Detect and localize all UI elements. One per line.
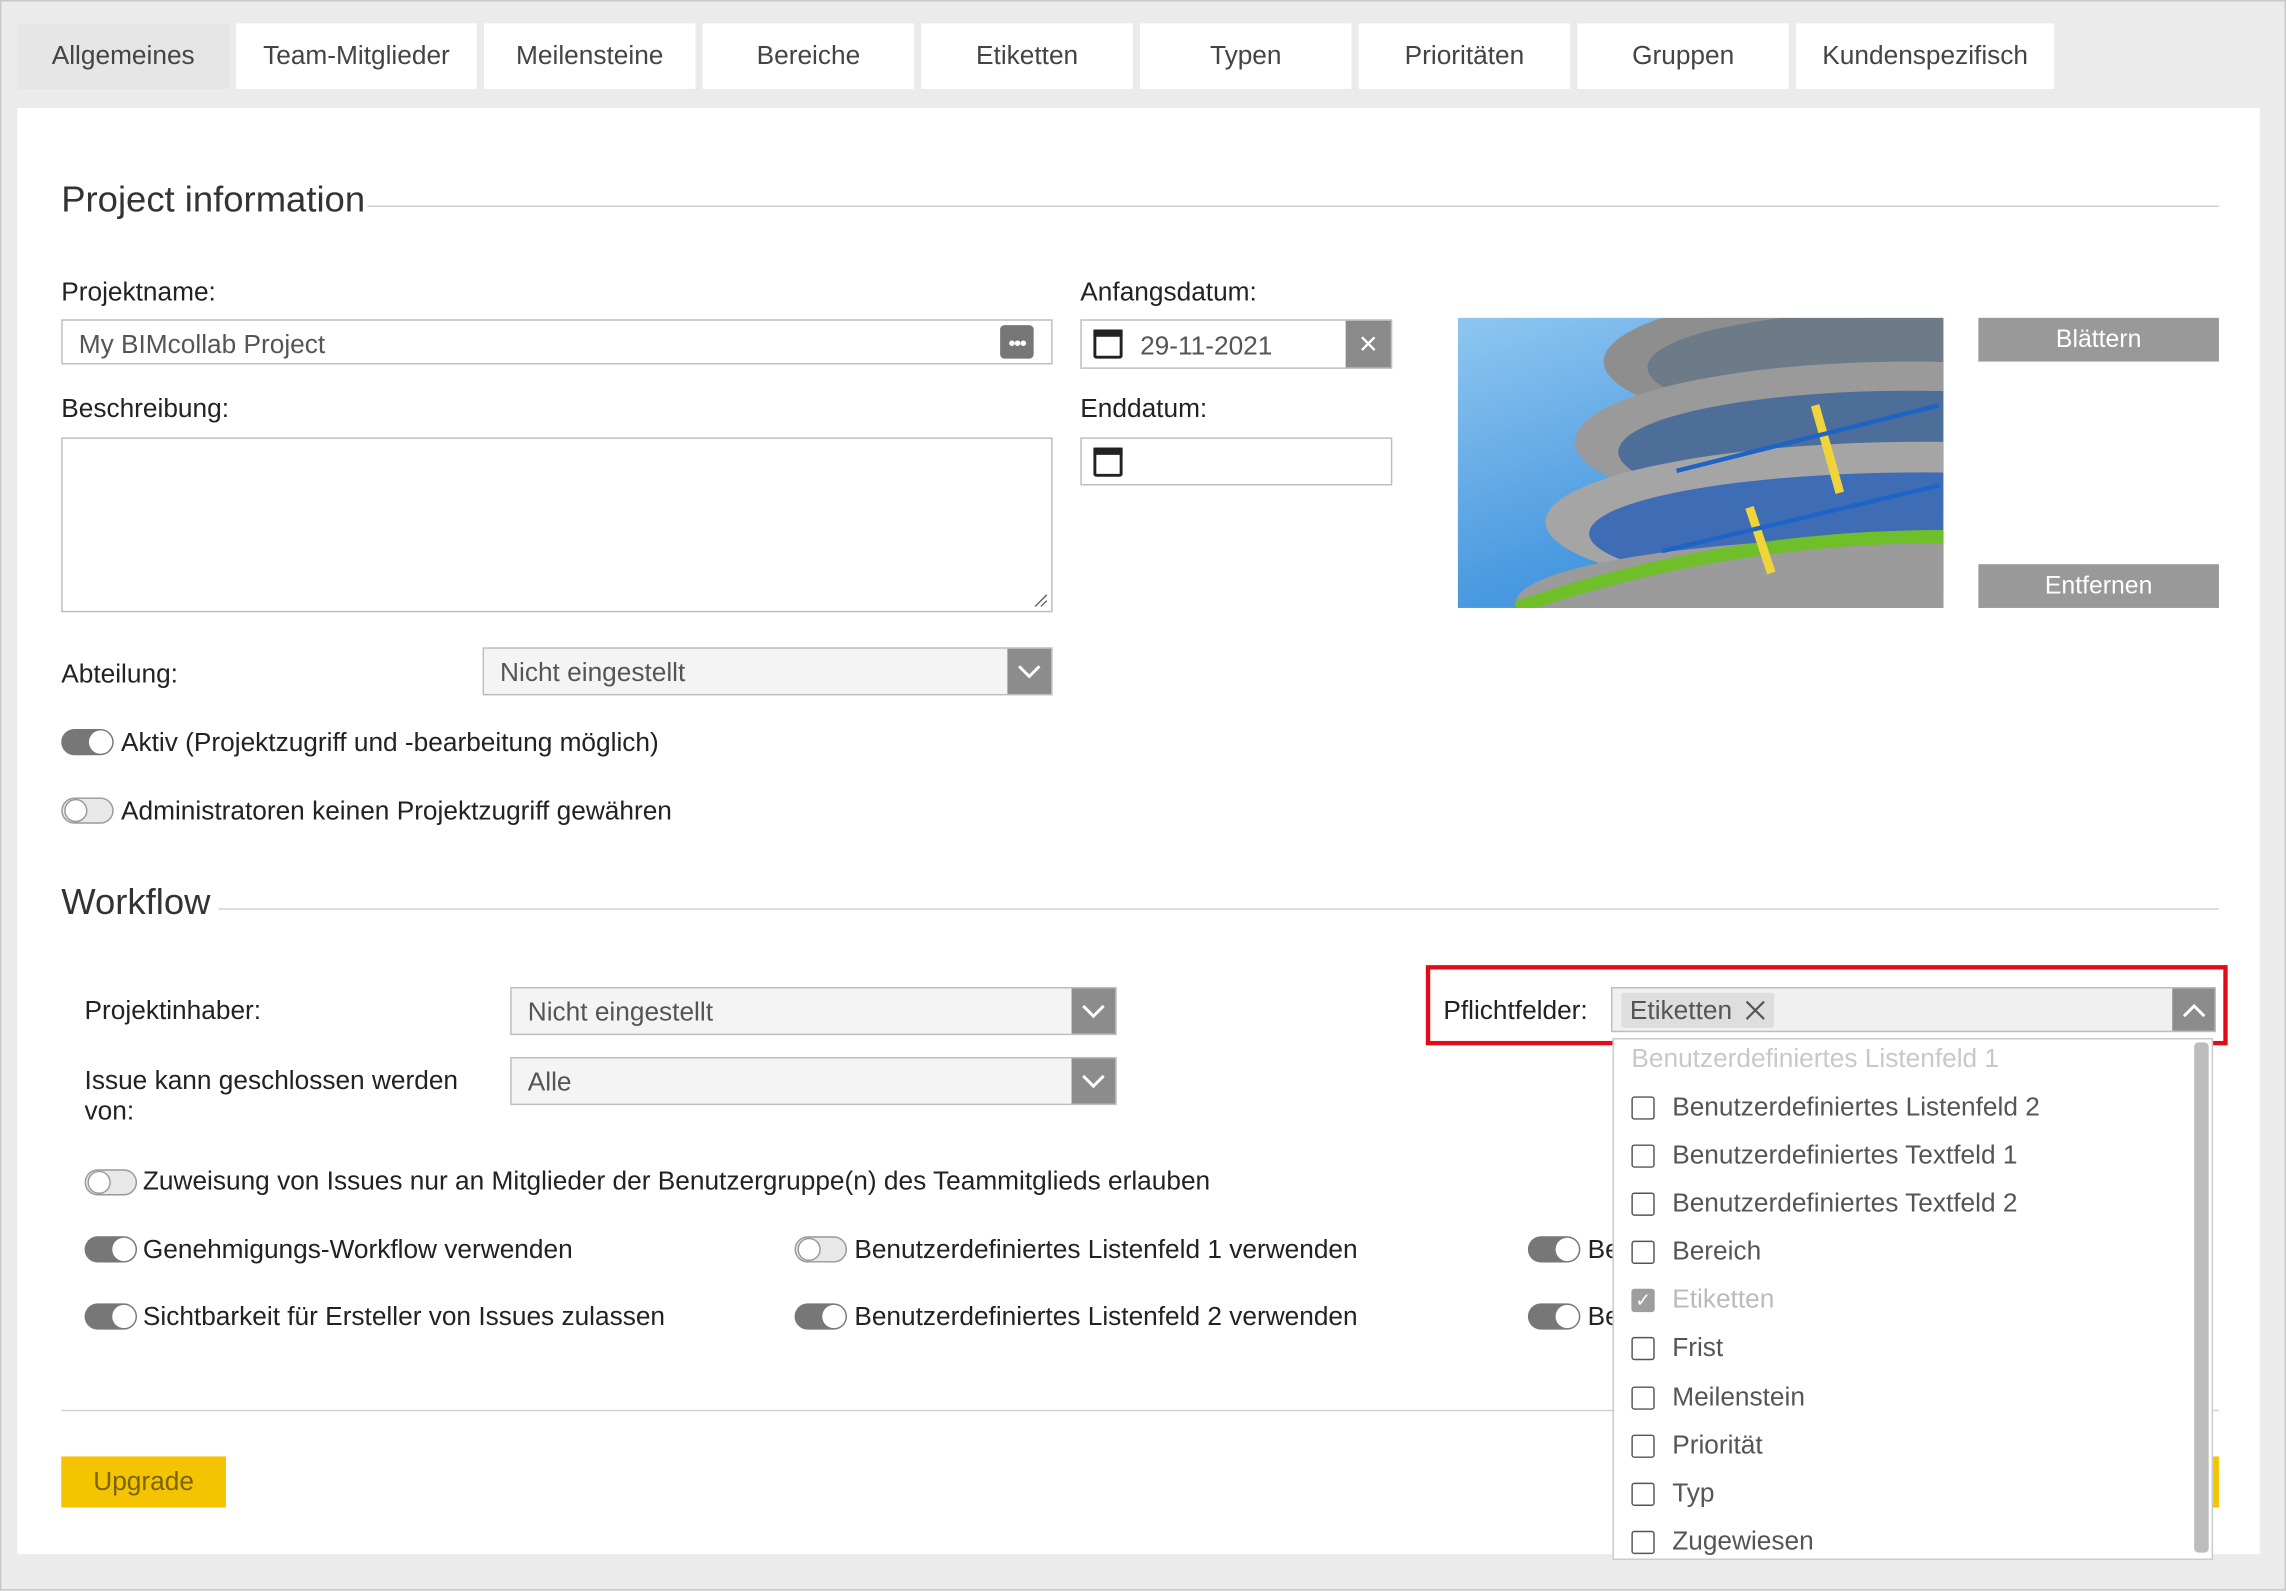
chevron-down-icon[interactable] bbox=[1071, 988, 1116, 1034]
tab-typen[interactable]: Typen bbox=[1140, 23, 1352, 89]
checkbox-checked[interactable]: ✓ bbox=[1631, 1288, 1655, 1312]
project-name-value: My BIMcollab Project bbox=[78, 329, 326, 359]
dropdown-item[interactable]: Benutzerdefiniertes Textfeld 1 bbox=[1631, 1140, 2017, 1171]
tab-gruppen[interactable]: Gruppen bbox=[1577, 23, 1789, 89]
end-date-input[interactable] bbox=[1080, 437, 1393, 486]
end-date-label: Enddatum: bbox=[1080, 393, 1208, 423]
tab-kundenspezifisch[interactable]: Kundenspezifisch bbox=[1796, 23, 2055, 89]
section-title-project-information: Project information bbox=[61, 179, 366, 221]
visibility-toggle-label: Sichtbarkeit für Ersteller von Issues zu… bbox=[142, 1301, 666, 1332]
admin-access-toggle[interactable] bbox=[61, 797, 114, 824]
building-image bbox=[1514, 317, 1944, 608]
chevron-down-icon[interactable] bbox=[1071, 1058, 1116, 1104]
admin-access-toggle-label: Administratoren keinen Projektzugriff ge… bbox=[121, 796, 672, 826]
cut-toggle-1[interactable] bbox=[1527, 1236, 1581, 1263]
department-select[interactable]: Nicht eingestellt bbox=[482, 647, 1053, 696]
description-textarea[interactable] bbox=[61, 437, 1053, 613]
checkbox[interactable] bbox=[1631, 1143, 1655, 1168]
remove-button[interactable]: Entfernen bbox=[1978, 564, 2219, 608]
divider bbox=[218, 908, 2219, 910]
start-date-label: Anfangsdatum: bbox=[1080, 277, 1257, 307]
dropdown-item[interactable]: Benutzerdefiniertes Listenfeld 2 bbox=[1631, 1092, 2040, 1123]
approval-toggle[interactable] bbox=[84, 1236, 138, 1263]
checkbox[interactable] bbox=[1631, 1336, 1655, 1360]
close-by-label: Issue kann geschlossen werden bbox=[84, 1065, 459, 1095]
section-title-workflow: Workflow bbox=[61, 882, 211, 923]
dropdown-item-partial[interactable]: Benutzerdefiniertes Listenfeld 1 bbox=[1631, 1044, 1999, 1075]
checkbox[interactable] bbox=[1631, 1239, 1655, 1264]
list1-toggle-label: Benutzerdefiniertes Listenfeld 1 verwend… bbox=[854, 1234, 1358, 1264]
approval-toggle-label: Genehmigungs-Workflow verwenden bbox=[142, 1234, 573, 1264]
owner-select[interactable]: Nicht eingestellt bbox=[510, 986, 1117, 1036]
start-date-input[interactable]: 29-11-2021 × bbox=[1080, 319, 1393, 369]
checkbox[interactable] bbox=[1631, 1385, 1655, 1410]
close-by-label-2: von: bbox=[84, 1096, 135, 1126]
dropdown-item-selected[interactable]: ✓ Etiketten bbox=[1631, 1284, 1774, 1315]
list2-toggle-label: Benutzerdefiniertes Listenfeld 2 verwend… bbox=[854, 1301, 1358, 1332]
dropdown-item[interactable]: Meilenstein bbox=[1631, 1382, 1805, 1413]
checkbox[interactable] bbox=[1631, 1481, 1655, 1506]
tab-meilensteine[interactable]: Meilensteine bbox=[484, 23, 696, 89]
tab-team-mitglieder[interactable]: Team-Mitglieder bbox=[236, 23, 477, 89]
tab-allgemeines[interactable]: Allgemeines bbox=[17, 23, 229, 89]
tab-prioritaeten[interactable]: Prioritäten bbox=[1358, 23, 1571, 89]
calendar-icon[interactable] bbox=[1093, 329, 1123, 359]
highlight-box bbox=[1425, 965, 2228, 1046]
dropdown-item[interactable]: Bereich bbox=[1631, 1236, 1761, 1267]
close-by-select[interactable]: Alle bbox=[510, 1056, 1117, 1106]
cut-toggle-2[interactable] bbox=[1527, 1303, 1581, 1330]
start-date-value: 29-11-2021 bbox=[1140, 330, 1273, 361]
dropdown-item[interactable]: Typ bbox=[1631, 1478, 1715, 1509]
dropdown-item[interactable]: Zugewiesen bbox=[1631, 1526, 1814, 1557]
divider bbox=[367, 205, 2219, 208]
resize-handle-icon[interactable] bbox=[1034, 593, 1049, 608]
checkbox[interactable] bbox=[1631, 1191, 1655, 1216]
project-image bbox=[1457, 317, 1944, 608]
close-by-value: Alle bbox=[527, 1067, 572, 1097]
more-icon[interactable]: ••• bbox=[1000, 325, 1034, 359]
upgrade-button[interactable]: Upgrade bbox=[61, 1456, 226, 1508]
dropdown-item[interactable]: Benutzerdefiniertes Textfeld 2 bbox=[1631, 1188, 2017, 1219]
department-label: Abteilung: bbox=[61, 658, 178, 689]
assign-group-toggle[interactable] bbox=[84, 1169, 138, 1196]
active-toggle[interactable] bbox=[61, 728, 114, 756]
tab-bar: Allgemeines Team-Mitglieder Meilensteine… bbox=[17, 23, 2055, 89]
owner-value: Nicht eingestellt bbox=[527, 997, 714, 1027]
chevron-down-icon[interactable] bbox=[1007, 648, 1052, 694]
browse-button[interactable]: Blättern bbox=[1978, 317, 2219, 362]
list1-toggle[interactable] bbox=[794, 1236, 848, 1263]
calendar-icon[interactable] bbox=[1093, 447, 1123, 477]
checkbox[interactable] bbox=[1631, 1530, 1655, 1554]
checkbox[interactable] bbox=[1631, 1433, 1655, 1458]
checkbox[interactable] bbox=[1631, 1095, 1655, 1119]
visibility-toggle[interactable] bbox=[84, 1303, 138, 1330]
dropdown-item[interactable]: Frist bbox=[1631, 1333, 1723, 1364]
description-label: Beschreibung: bbox=[61, 393, 230, 423]
list2-toggle[interactable] bbox=[794, 1303, 848, 1330]
clear-date-icon[interactable]: × bbox=[1345, 320, 1391, 368]
dropdown-item[interactable]: Priorität bbox=[1631, 1430, 1763, 1461]
owner-label: Projektinhaber: bbox=[84, 995, 262, 1025]
project-name-input[interactable]: My BIMcollab Project ••• bbox=[61, 319, 1053, 365]
assign-group-toggle-label: Zuweisung von Issues nur an Mitglieder d… bbox=[142, 1166, 1211, 1196]
active-toggle-label: Aktiv (Projektzugriff und -bearbeitung m… bbox=[121, 727, 659, 757]
tab-etiketten[interactable]: Etiketten bbox=[921, 23, 1133, 89]
dropdown-scrollbar[interactable] bbox=[2194, 1042, 2209, 1553]
department-value: Nicht eingestellt bbox=[500, 657, 686, 687]
project-name-label: Projektname: bbox=[61, 277, 216, 307]
required-fields-dropdown: Benutzerdefiniertes Listenfeld 1 Benutze… bbox=[1612, 1038, 2214, 1560]
tab-bereiche[interactable]: Bereiche bbox=[702, 23, 915, 89]
